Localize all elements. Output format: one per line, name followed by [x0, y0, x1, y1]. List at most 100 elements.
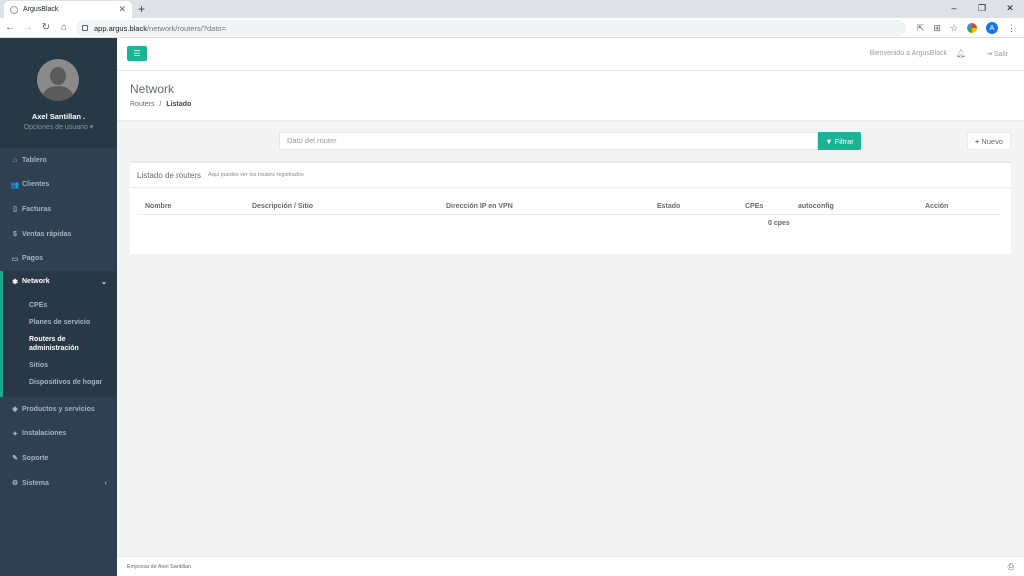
column-header-ip-vpn[interactable]: Dirección IP en VPN [446, 203, 513, 210]
sign-out-icon: ⇥ [986, 51, 993, 58]
sidebar-item-label: Tablero [22, 156, 47, 164]
browser-menu-icon[interactable]: ⋮ [1007, 23, 1016, 34]
footer-print-icon[interactable]: ⎙ [1008, 562, 1014, 572]
network-submenu: CPEs Planes de servicio Routers de admin… [0, 292, 117, 397]
sidebar-item-network[interactable]: ✱ Network ⌄ [0, 270, 117, 293]
menu-toggle-button[interactable]: ☰ [127, 46, 147, 61]
top-navbar: ☰ Bienvenido a ArgusBlack 🔔︎ ⇥ Salir [117, 38, 1024, 71]
page-title: Network [130, 82, 175, 96]
gear-icon: ⚙ [11, 480, 19, 488]
avatar[interactable] [37, 59, 79, 101]
hamburger-icon: ☰ [133, 49, 141, 58]
sidebar-item-clientes[interactable]: 👥 Clientes [0, 173, 117, 198]
plus-icon: + [974, 136, 980, 146]
logout-label: Salir [993, 51, 1008, 58]
share-icon[interactable]: ⇱ [917, 23, 925, 34]
file-icon: ▯ [13, 206, 17, 214]
panel-subtitle: Aqui puedes ver los routers registrados [208, 172, 304, 178]
new-tab-button[interactable]: + [138, 2, 145, 16]
lock-icon [82, 25, 88, 31]
table-header: Nombre Descripción / Sitio Dirección IP … [140, 198, 1000, 215]
sidebar-item-pagos[interactable]: ▭ Pagos [0, 246, 117, 271]
dollar-icon: $ [13, 230, 17, 238]
sidebar-item-label: Pagos [22, 255, 44, 263]
sidebar: Axel Santillan . Opciones de usuario ▾ ⌂… [0, 38, 117, 576]
filter-button[interactable]: ▼ Filtrar [818, 132, 861, 150]
sidebar-item-productos[interactable]: ◆ Productos y servicios [0, 397, 117, 422]
column-header-accion[interactable]: Acción [925, 203, 948, 210]
restore-icon[interactable]: ❐ [968, 0, 996, 18]
close-window-icon[interactable]: ✕ [996, 0, 1024, 18]
url-host: app.argus.black [94, 23, 147, 33]
breadcrumb-routers[interactable]: Routers [130, 101, 155, 108]
footer: Empresa de Axel Santillan ⎙ [117, 556, 1024, 576]
sidebar-item-label: Productos y servicios [22, 405, 95, 413]
user-name: Axel Santillan . [31, 112, 86, 121]
window-controls: – ❐ ✕ [940, 0, 1024, 18]
sidebar-item-label: Facturas [22, 205, 52, 213]
chevron-down-icon: ⌄ [101, 278, 107, 286]
tab-title: ArgusBlack [23, 6, 59, 13]
tab-favicon-icon [10, 5, 18, 14]
logout-link[interactable]: ⇥ Salir [986, 50, 1008, 58]
sidebar-item-tablero[interactable]: ⌂ Tablero [0, 148, 117, 173]
sidebar-item-label: Instalaciones [22, 430, 67, 438]
tag-icon: ◆ [12, 406, 18, 414]
sidebar-item-facturas[interactable]: ▯ Facturas [0, 197, 117, 222]
sidebar-item-label: Ventas rápidas [22, 230, 72, 238]
welcome-message: Bienvenido a ArgusBlack [869, 50, 947, 57]
subnav-item-cpes[interactable]: CPEs [3, 297, 117, 314]
sidebar-item-label: Soporte [22, 454, 49, 462]
browser-tab[interactable]: ArgusBlack ✕ [4, 1, 132, 18]
address-bar[interactable]: app.argus.black/network/routers/?dato= [76, 20, 906, 36]
minimize-icon[interactable]: – [940, 0, 968, 18]
install-icon: ✦ [12, 430, 18, 438]
footer-text: Empresa de Axel Santillan [127, 564, 192, 570]
subnav-item-dispositivos[interactable]: Dispositivos de hogar [3, 374, 117, 391]
new-router-button[interactable]: + Nuevo [967, 132, 1011, 150]
money-icon: ▭ [11, 255, 19, 263]
filter-icon: ▼ [825, 136, 833, 146]
url-path: /network/routers/?dato= [146, 23, 226, 33]
sidebar-item-instalaciones[interactable]: ✦ Instalaciones [0, 422, 117, 447]
translate-icon[interactable]: ⊞ [933, 23, 941, 34]
column-header-estado[interactable]: Estado [657, 203, 680, 210]
back-icon[interactable]: ← [2, 22, 18, 33]
reload-icon[interactable]: ↻ [38, 22, 54, 33]
routers-panel: Listado de routers Aqui puedes ver los r… [130, 161, 1011, 254]
routers-table: Nombre Descripción / Sitio Dirección IP … [140, 198, 1000, 227]
new-label: Nuevo [981, 136, 1004, 146]
breadcrumb-current: Listado [166, 101, 192, 108]
extension-icon[interactable] [967, 23, 977, 33]
network-icon: ✱ [12, 278, 18, 286]
router-search-input[interactable]: Dato del router [279, 132, 818, 150]
bell-icon[interactable]: 🔔︎ [956, 49, 966, 58]
wrench-icon: ✎ [12, 455, 18, 463]
home-icon[interactable]: ⌂ [56, 22, 72, 33]
profile-avatar-icon[interactable]: A [986, 22, 998, 34]
panel-header: Listado de routers Aqui puedes ver los r… [130, 163, 1011, 188]
sidebar-item-ventas-rapidas[interactable]: $ Ventas rápidas [0, 222, 117, 247]
browser-tabstrip: ArgusBlack ✕ + – ❐ ✕ [0, 0, 1024, 18]
tab-close-icon[interactable]: ✕ [118, 4, 126, 15]
column-header-cpes[interactable]: CPEs [745, 203, 763, 210]
subnav-item-planes[interactable]: Planes de servicio [3, 314, 117, 331]
avatar-body-icon [43, 86, 73, 101]
users-icon: 👥 [10, 181, 20, 189]
column-header-autoconfig[interactable]: autoconfig [798, 203, 834, 210]
subnav-item-sitios[interactable]: Sitios [3, 357, 117, 374]
user-options-dropdown[interactable]: Opciones de usuario ▾ [0, 123, 117, 131]
sidebar-item-soporte[interactable]: ✎ Soporte [0, 446, 117, 471]
sidebar-item-label: Sistema [22, 479, 49, 487]
sidebar-item-sistema[interactable]: ⚙ Sistema ‹ [0, 471, 117, 496]
forward-icon[interactable]: → [20, 22, 36, 33]
filter-label: Filtrar [834, 136, 854, 146]
subnav-item-routers[interactable]: Routers de administración [3, 331, 98, 357]
column-header-descripcion[interactable]: Descripción / Sitio [252, 203, 313, 210]
chevron-left-icon: ‹ [104, 479, 107, 487]
dashboard-icon: ⌂ [12, 156, 18, 164]
bookmark-star-icon[interactable]: ☆ [950, 23, 958, 34]
column-header-nombre[interactable]: Nombre [145, 203, 171, 210]
breadcrumb-separator: / [159, 101, 162, 108]
sidebar-item-label: Clientes [22, 181, 50, 189]
